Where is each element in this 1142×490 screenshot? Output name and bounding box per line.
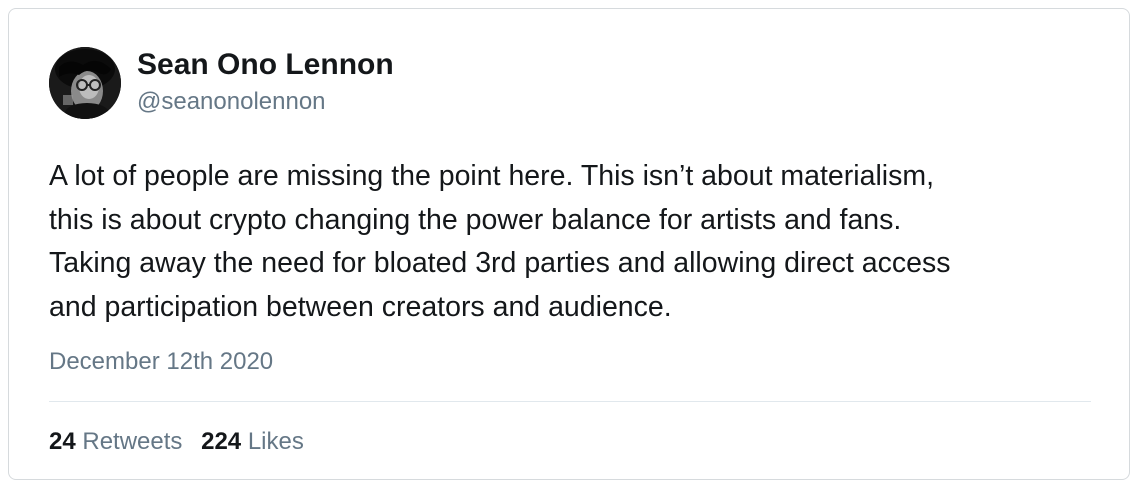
tweet-text-line: Taking away the need for bloated 3rd par…	[49, 247, 951, 279]
divider	[49, 401, 1091, 402]
author-name[interactable]: Sean Ono Lennon	[137, 47, 394, 83]
likes-label: Likes	[247, 428, 304, 455]
author-handle[interactable]: @seanonolennon	[137, 87, 326, 117]
likes-count: 224	[201, 428, 242, 455]
tweet-text-line: A lot of people are missing the point he…	[49, 160, 935, 192]
tweet-text-line: and participation between creators and a…	[49, 290, 672, 323]
retweets-stat[interactable]: 24 Retweets	[49, 427, 182, 457]
avatar[interactable]	[49, 47, 121, 119]
tweet-text-line: this is about crypto changing the power …	[49, 203, 902, 236]
tweet-date[interactable]: December 12th 2020	[49, 347, 273, 377]
retweets-label: Retweets	[82, 428, 183, 455]
retweets-count: 24	[49, 428, 76, 455]
tweet-card: Sean Ono Lennon @seanonolennon A lot of …	[8, 8, 1130, 480]
likes-stat[interactable]: 224 Likes	[201, 427, 304, 457]
tweet-stats: 24 Retweets 224 Likes	[49, 427, 304, 457]
tweet-text: A lot of people are missing the point he…	[49, 155, 1109, 329]
